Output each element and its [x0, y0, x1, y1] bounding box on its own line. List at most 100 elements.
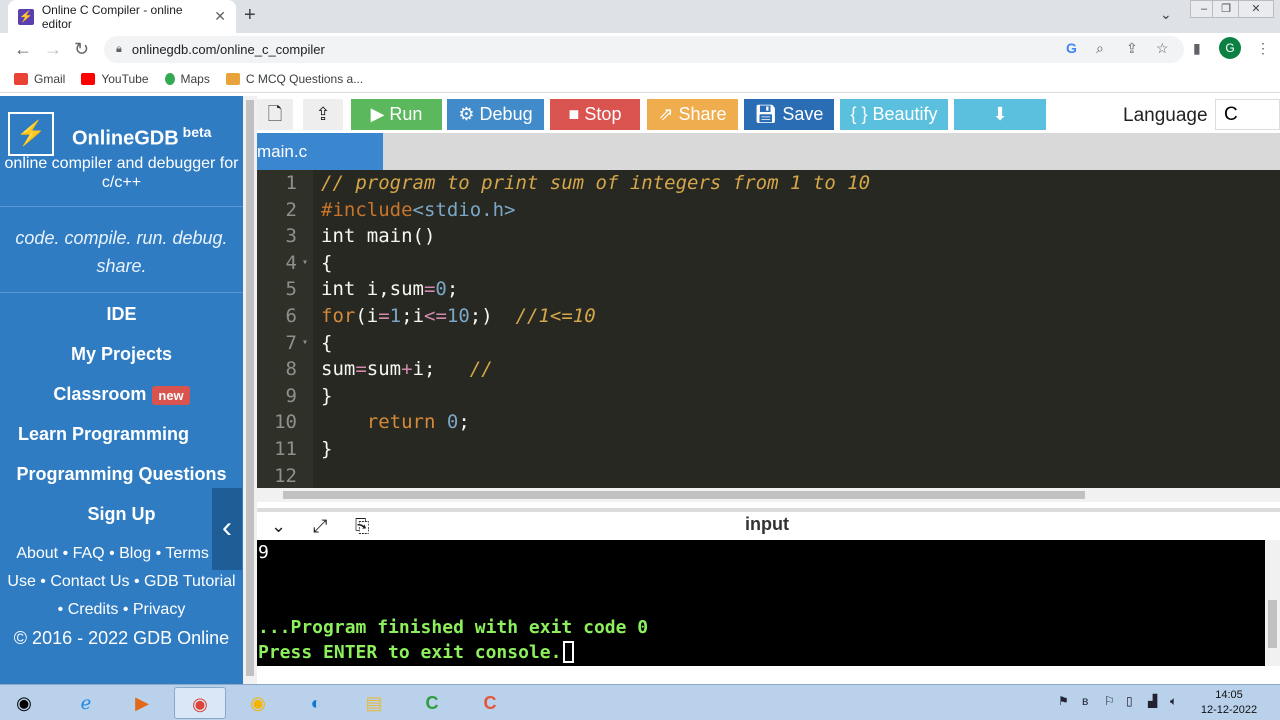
- onlinegdb-logo-icon[interactable]: ⚡: [8, 112, 54, 156]
- reload-icon[interactable]: ↻: [74, 39, 89, 60]
- sidebar-item-classroom[interactable]: Classroom new: [0, 374, 243, 414]
- sidebar-scrollbar[interactable]: [243, 96, 257, 684]
- line-number: 11: [274, 438, 297, 460]
- window-close-button[interactable]: ✕: [1238, 0, 1274, 18]
- code-line-11: }: [321, 438, 333, 460]
- sidebar-item-programming-questions[interactable]: Programming Questions: [0, 454, 243, 494]
- tagline: online compiler and debugger for c/c++: [4, 155, 239, 191]
- fold-arrow-icon[interactable]: ▾: [302, 337, 308, 348]
- file-explorer-icon[interactable]: ▤: [348, 687, 400, 719]
- google-icon[interactable]: G: [1066, 40, 1077, 56]
- line-number: 3: [285, 225, 297, 248]
- browser-tab[interactable]: ⚡ Online C Compiler - online editor ✕: [8, 0, 236, 33]
- code-editor[interactable]: 1 2 3 4 5 6 7 8 9 10 11 12 ▾ ▾ // progra…: [257, 170, 1280, 488]
- press-enter-message: Press ENTER to exit console.: [258, 641, 575, 663]
- bookmark-star-icon[interactable]: ☆: [1156, 40, 1169, 57]
- restore-button[interactable]: ❐: [1212, 0, 1240, 18]
- bookmark-youtube[interactable]: YouTube: [81, 72, 149, 86]
- language-select[interactable]: C: [1215, 99, 1280, 130]
- brand-block: ⚡ OnlineGDB beta online compiler and debu…: [0, 96, 243, 207]
- code-line-9: }: [321, 384, 333, 407]
- line-number: 8: [285, 358, 297, 381]
- bookmark-maps[interactable]: Maps: [164, 72, 210, 86]
- bookmark-c-mcq[interactable]: C MCQ Questions a...: [225, 72, 363, 86]
- new-file-icon[interactable]: 🗋: [257, 99, 293, 130]
- collapse-console-icon[interactable]: ⌄: [271, 516, 286, 537]
- line-gutter: 1 2 3 4 5 6 7 8 9 10 11 12 ▾ ▾: [257, 170, 313, 488]
- file-tab-main-c[interactable]: main.c: [257, 133, 383, 170]
- beta-label: beta: [182, 124, 212, 140]
- code-line-6: for(i=1;i<=10;) //1<=10: [321, 305, 596, 327]
- line-number: 1: [285, 172, 297, 194]
- clock-date: 12-12-2022: [1200, 704, 1258, 716]
- media-player-icon[interactable]: ▶: [116, 687, 168, 719]
- bluetooth-icon[interactable]: ʙ: [1082, 694, 1088, 708]
- volume-icon[interactable]: 🔈︎: [1170, 694, 1177, 709]
- start-button-icon[interactable]: ◉: [4, 687, 44, 719]
- tab-search-chevron-icon[interactable]: ⌄: [1160, 6, 1172, 23]
- motto: code. compile. run. debug. share.: [0, 207, 243, 293]
- onlinegdb-favicon-icon: ⚡: [18, 8, 34, 25]
- download-icon[interactable]: ⬇: [954, 99, 1046, 130]
- save-button[interactable]: 💾︎ Save: [744, 99, 834, 130]
- url-text: onlinegdb.com/online_c_compiler: [131, 42, 325, 57]
- editor-horizontal-scrollbar[interactable]: [257, 488, 1280, 502]
- copy-console-icon[interactable]: ⎘: [355, 516, 369, 537]
- chrome-alt-icon[interactable]: ◉: [232, 687, 284, 719]
- forward-arrow-icon[interactable]: →: [44, 39, 62, 60]
- line-number: 4: [285, 251, 297, 274]
- tab-close-icon[interactable]: ✕: [214, 8, 226, 25]
- upload-icon[interactable]: ⇪: [303, 99, 343, 130]
- line-number: 2: [285, 198, 297, 221]
- debug-button[interactable]: ⚙ Debug: [447, 99, 544, 130]
- sidebar-item-learn-programming[interactable]: Learn Programming: [0, 414, 243, 454]
- share-page-icon[interactable]: ⇪: [1126, 40, 1138, 57]
- profile-avatar[interactable]: G: [1219, 37, 1241, 59]
- fold-arrow-icon[interactable]: ▾: [302, 257, 308, 268]
- stop-button[interactable]: ■ Stop: [550, 99, 640, 130]
- tray-flag-icon[interactable]: ⚐: [1104, 694, 1115, 708]
- beautify-button[interactable]: { } Beautify: [840, 99, 948, 130]
- line-number: 7: [285, 331, 297, 354]
- orange-app-icon[interactable]: C: [464, 687, 516, 719]
- edge-icon[interactable]: ◐: [290, 687, 342, 719]
- sidebar-item-sign-up[interactable]: Sign Up: [0, 494, 243, 534]
- browser-menu-icon[interactable]: ⋮: [1256, 40, 1270, 57]
- c-mcq-icon: [225, 72, 240, 85]
- expand-console-icon[interactable]: ⤢: [313, 516, 327, 537]
- internet-explorer-icon[interactable]: ℯ: [60, 687, 112, 719]
- console-cursor: [563, 641, 575, 663]
- zoom-icon[interactable]: ⌕: [1096, 40, 1104, 57]
- footer-links[interactable]: About • FAQ • Blog • Terms of Use • Cont…: [0, 534, 243, 624]
- chrome-icon[interactable]: ◉: [174, 687, 226, 719]
- sidebar-item-my-projects[interactable]: My Projects: [0, 334, 243, 374]
- tray-network-icon[interactable]: ⚑: [1058, 694, 1069, 708]
- run-button[interactable]: ▶ Run: [351, 99, 442, 130]
- line-number: 10: [274, 411, 297, 434]
- bookmark-gmail[interactable]: Gmail: [14, 72, 65, 86]
- collapse-sidebar-button[interactable]: ‹: [212, 488, 242, 570]
- language-label: Language: [1123, 105, 1208, 126]
- share-button[interactable]: ⇗ Share: [647, 99, 738, 130]
- side-panel-icon[interactable]: ▮: [1193, 40, 1201, 57]
- file-tabs: main.c: [257, 133, 1280, 170]
- line-number: 12: [274, 464, 297, 487]
- signal-icon[interactable]: ▟: [1148, 694, 1157, 708]
- new-badge: new: [152, 386, 190, 405]
- new-tab-button[interactable]: +: [244, 4, 256, 27]
- address-bar[interactable]: 🔒︎ onlinegdb.com/online_c_compiler: [104, 36, 1184, 63]
- brand-name[interactable]: OnlineGDB beta: [72, 124, 211, 151]
- sidebar-item-ide[interactable]: IDE: [0, 294, 243, 334]
- editor-toolbar: 🗋 ⇪ ▶ Run ⚙ Debug ■ Stop ⇗ Share 💾︎ Save…: [257, 96, 1280, 133]
- green-app-icon[interactable]: C: [406, 687, 458, 719]
- code-line-4: {: [321, 251, 333, 274]
- console-output[interactable]: 9 ...Program finished with exit code 0 P…: [257, 540, 1265, 666]
- code-line-7: {: [321, 331, 333, 354]
- exit-message: ...Program finished with exit code 0: [258, 617, 649, 638]
- system-clock[interactable]: 14:05 12-12-2022: [1196, 688, 1262, 718]
- battery-icon[interactable]: ▯: [1126, 694, 1133, 708]
- back-arrow-icon[interactable]: ←: [14, 39, 32, 60]
- console-title: input: [745, 514, 789, 534]
- gmail-icon: [14, 72, 28, 85]
- console-scrollbar[interactable]: [1265, 540, 1280, 666]
